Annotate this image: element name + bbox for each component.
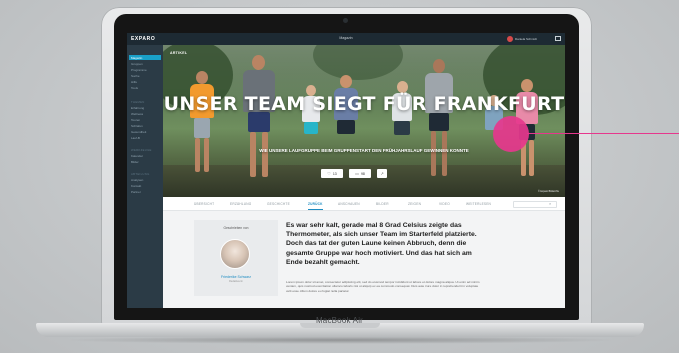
likes-button[interactable]: ♡ 13 xyxy=(321,169,343,178)
comments-button[interactable]: ▭ 98 xyxy=(349,169,371,178)
menu-icon[interactable] xyxy=(555,36,561,41)
sidebar-item-programme[interactable]: Programme xyxy=(131,68,147,72)
sidebar-item-erfahrung[interactable]: Erfahrung xyxy=(131,106,144,110)
share-button[interactable]: ↗ xyxy=(377,169,387,178)
likes-count: 13 xyxy=(332,171,337,176)
share-icon: ↗ xyxy=(380,171,384,176)
page-title: Magazin xyxy=(339,36,353,40)
hero-label: ARTIKEL xyxy=(170,51,188,55)
author-role: Redakteurin xyxy=(229,280,243,283)
callout-marker[interactable] xyxy=(493,116,529,152)
sidebar-section-heading: THEMEN xyxy=(131,100,145,104)
callout-line xyxy=(527,133,679,134)
tab-uebersicht[interactable]: ÜBERSICHT xyxy=(194,202,214,206)
sidebar-section-heading: WERKZEUGE xyxy=(131,148,152,152)
sidebar-item-partner[interactable]: Partner xyxy=(131,190,141,194)
runner xyxy=(187,71,217,181)
sidebar-item-bilder[interactable]: Bilder xyxy=(131,160,139,164)
app-header: EXPARO Magazin Daniela Schmidt xyxy=(127,33,565,45)
screen: EXPARO Magazin Daniela Schmidt Magazin G… xyxy=(127,33,565,308)
tab-geschichte[interactable]: GESCHICHTE xyxy=(267,202,290,206)
tab-video[interactable]: VIDEO xyxy=(439,202,450,206)
runner xyxy=(421,59,457,184)
tab-zurueck[interactable]: ZURÜCK xyxy=(308,202,323,206)
article-body: Lorem ipsum dolor sit amet, consectetur … xyxy=(286,280,480,293)
comments-count: 98 xyxy=(360,171,365,176)
article-tabs: ÜBERSICHT ERZÄHLUNG GESCHICHTE ZURÜCK AN… xyxy=(163,197,565,211)
tab-erzaehlung[interactable]: ERZÄHLUNG xyxy=(230,202,251,206)
heart-icon: ♡ xyxy=(327,171,331,176)
tab-anschauen[interactable]: ANSCHAUEN xyxy=(338,202,360,206)
tab-bilder[interactable]: BILDER xyxy=(376,202,389,206)
sidebar-item-schlafen[interactable]: Schlafen xyxy=(131,124,143,128)
sidebar-item-lauf[interactable]: Lauf-B xyxy=(131,136,140,140)
tab-weiterlesen[interactable]: WEITERLESEN xyxy=(466,202,491,206)
hero-title: UNSER TEAM SIEGT FÜR FRANKFURT xyxy=(163,93,565,115)
user-name[interactable]: Daniela Schmidt xyxy=(515,37,537,41)
avatar[interactable] xyxy=(507,36,513,42)
sidebar-item-kontakt[interactable]: Kontakt xyxy=(131,184,141,188)
author-card: Geschrieben von Friederike Schwarz Redak… xyxy=(194,220,278,296)
sidebar-item-suche[interactable]: Suche xyxy=(131,74,140,78)
author-name[interactable]: Friederike Schwarz xyxy=(194,275,278,279)
sidebar: Magazin Gruppen Programme Suche Hilfe To… xyxy=(127,45,163,308)
sidebar-item-tools[interactable]: Tools xyxy=(131,86,138,90)
sidebar-item-gesundheit[interactable]: Gesundheit xyxy=(131,130,146,134)
camera-icon xyxy=(343,18,348,23)
tab-active-indicator xyxy=(308,209,323,210)
search-icon[interactable]: ⌕ xyxy=(549,201,551,206)
sidebar-item-gruppen[interactable]: Gruppen xyxy=(131,62,143,66)
sidebar-section-heading: ABTEILUNG xyxy=(131,172,150,176)
sidebar-item-analysen[interactable]: Analysen xyxy=(131,178,143,182)
article-lead: Es war sehr kalt, gerade mal 8 Grad Cels… xyxy=(286,222,477,266)
sidebar-item-wellness[interactable]: Wellness xyxy=(131,112,143,116)
sidebar-item-kalender[interactable]: Kalender xyxy=(131,154,143,158)
author-heading: Geschrieben von xyxy=(223,226,249,230)
laptop-shadow xyxy=(60,336,620,344)
comment-icon: ▭ xyxy=(355,171,359,176)
runner xyxy=(239,55,279,185)
tab-zeigen[interactable]: ZEIGEN xyxy=(408,202,421,206)
image-credit: © Exparo Bildarchiv xyxy=(537,190,559,193)
author-photo[interactable] xyxy=(220,239,250,269)
sidebar-item-hilfe[interactable]: Hilfe xyxy=(131,80,137,84)
device-brand: MacBook Air xyxy=(315,316,364,325)
sidebar-item-touren[interactable]: Touren xyxy=(131,118,140,122)
sidebar-item-magazin[interactable]: Magazin xyxy=(131,56,142,60)
